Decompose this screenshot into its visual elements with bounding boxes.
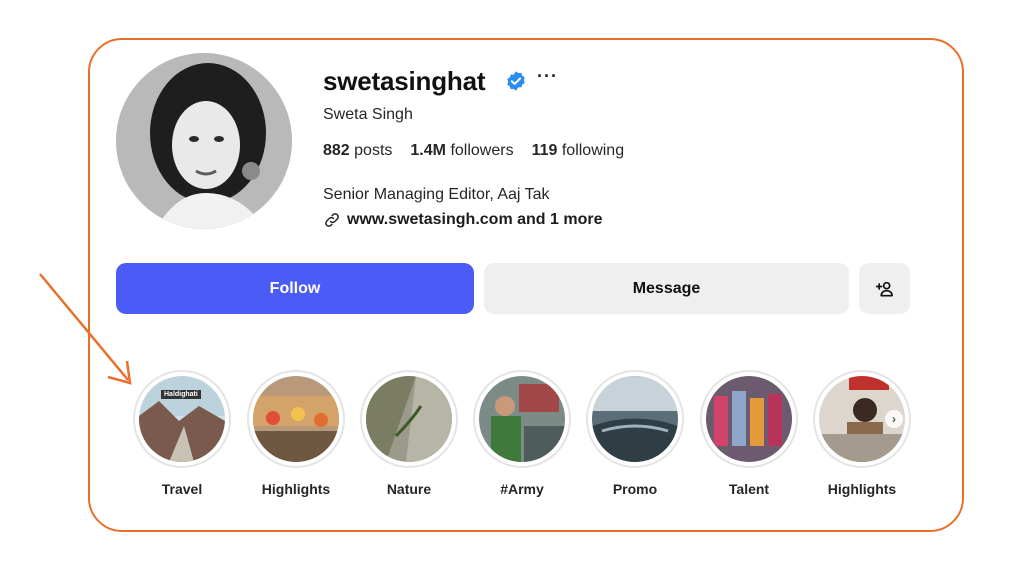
highlight-ring bbox=[586, 370, 684, 468]
follow-button[interactable]: Follow bbox=[116, 263, 474, 314]
profile-link[interactable]: www.swetasingh.com and 1 more bbox=[323, 211, 602, 229]
highlight-ring: › bbox=[813, 370, 911, 468]
profile-stats: 882 posts 1.4M followers 119 following bbox=[323, 142, 624, 160]
followers-label: followers bbox=[450, 142, 514, 159]
highlight-ring: Haldighati bbox=[133, 370, 231, 468]
profile-bio: Senior Managing Editor, Aaj Tak bbox=[323, 186, 550, 203]
profile-avatar[interactable] bbox=[116, 53, 292, 229]
highlight-thumbnail bbox=[706, 376, 792, 462]
highlight-label: Highlights bbox=[827, 481, 897, 497]
suggested-accounts-button[interactable] bbox=[859, 263, 910, 314]
posts-stat: 882 posts bbox=[323, 142, 392, 160]
highlight-highlights-1[interactable]: Highlights bbox=[247, 370, 345, 497]
highlight-ring bbox=[247, 370, 345, 468]
highlight-thumbnail: Haldighati bbox=[139, 376, 225, 462]
following-stat[interactable]: 119 following bbox=[532, 142, 625, 160]
highlight-label: Promo bbox=[612, 481, 658, 497]
highlight-nature[interactable]: Nature bbox=[360, 370, 458, 497]
followers-stat[interactable]: 1.4M followers bbox=[410, 142, 513, 160]
highlight-talent[interactable]: Talent bbox=[700, 370, 798, 497]
highlight-ring bbox=[700, 370, 798, 468]
profile-link-text: www.swetasingh.com and 1 more bbox=[347, 211, 603, 228]
profile-username: swetasinghat bbox=[323, 66, 486, 96]
highlight-highlights-2[interactable]: › Highlights bbox=[813, 370, 911, 497]
highlight-thumbnail bbox=[592, 376, 678, 462]
highlight-label: Travel bbox=[161, 481, 203, 497]
profile-full-name: Sweta Singh bbox=[323, 106, 413, 123]
following-label: following bbox=[561, 142, 625, 159]
highlight-tag: Haldighati bbox=[161, 390, 201, 399]
posts-label: posts bbox=[354, 142, 393, 159]
highlight-thumbnail bbox=[479, 376, 565, 462]
following-count: 119 bbox=[531, 142, 558, 159]
highlight-label: Highlights bbox=[261, 481, 331, 497]
highlight-label: Talent bbox=[728, 481, 770, 497]
highlight-promo[interactable]: Promo bbox=[586, 370, 684, 497]
highlight-thumbnail bbox=[366, 376, 452, 462]
add-user-icon bbox=[875, 281, 893, 296]
more-options-button[interactable]: ··· bbox=[537, 66, 558, 87]
highlight-ring bbox=[473, 370, 571, 468]
verified-badge-icon bbox=[507, 71, 525, 91]
highlight-ring bbox=[360, 370, 458, 468]
highlight-thumbnail: › bbox=[819, 376, 905, 462]
followers-count: 1.4M bbox=[410, 142, 446, 159]
highlight-label: #Army bbox=[500, 481, 544, 497]
message-button[interactable]: Message bbox=[484, 263, 849, 314]
posts-count: 882 bbox=[323, 142, 350, 159]
chevron-right-icon[interactable]: › bbox=[885, 410, 903, 428]
highlight-label: Nature bbox=[386, 481, 432, 497]
highlight-army[interactable]: #Army bbox=[473, 370, 571, 497]
highlight-travel[interactable]: Haldighati Travel bbox=[133, 370, 231, 497]
highlight-thumbnail bbox=[253, 376, 339, 462]
link-icon bbox=[325, 213, 339, 227]
